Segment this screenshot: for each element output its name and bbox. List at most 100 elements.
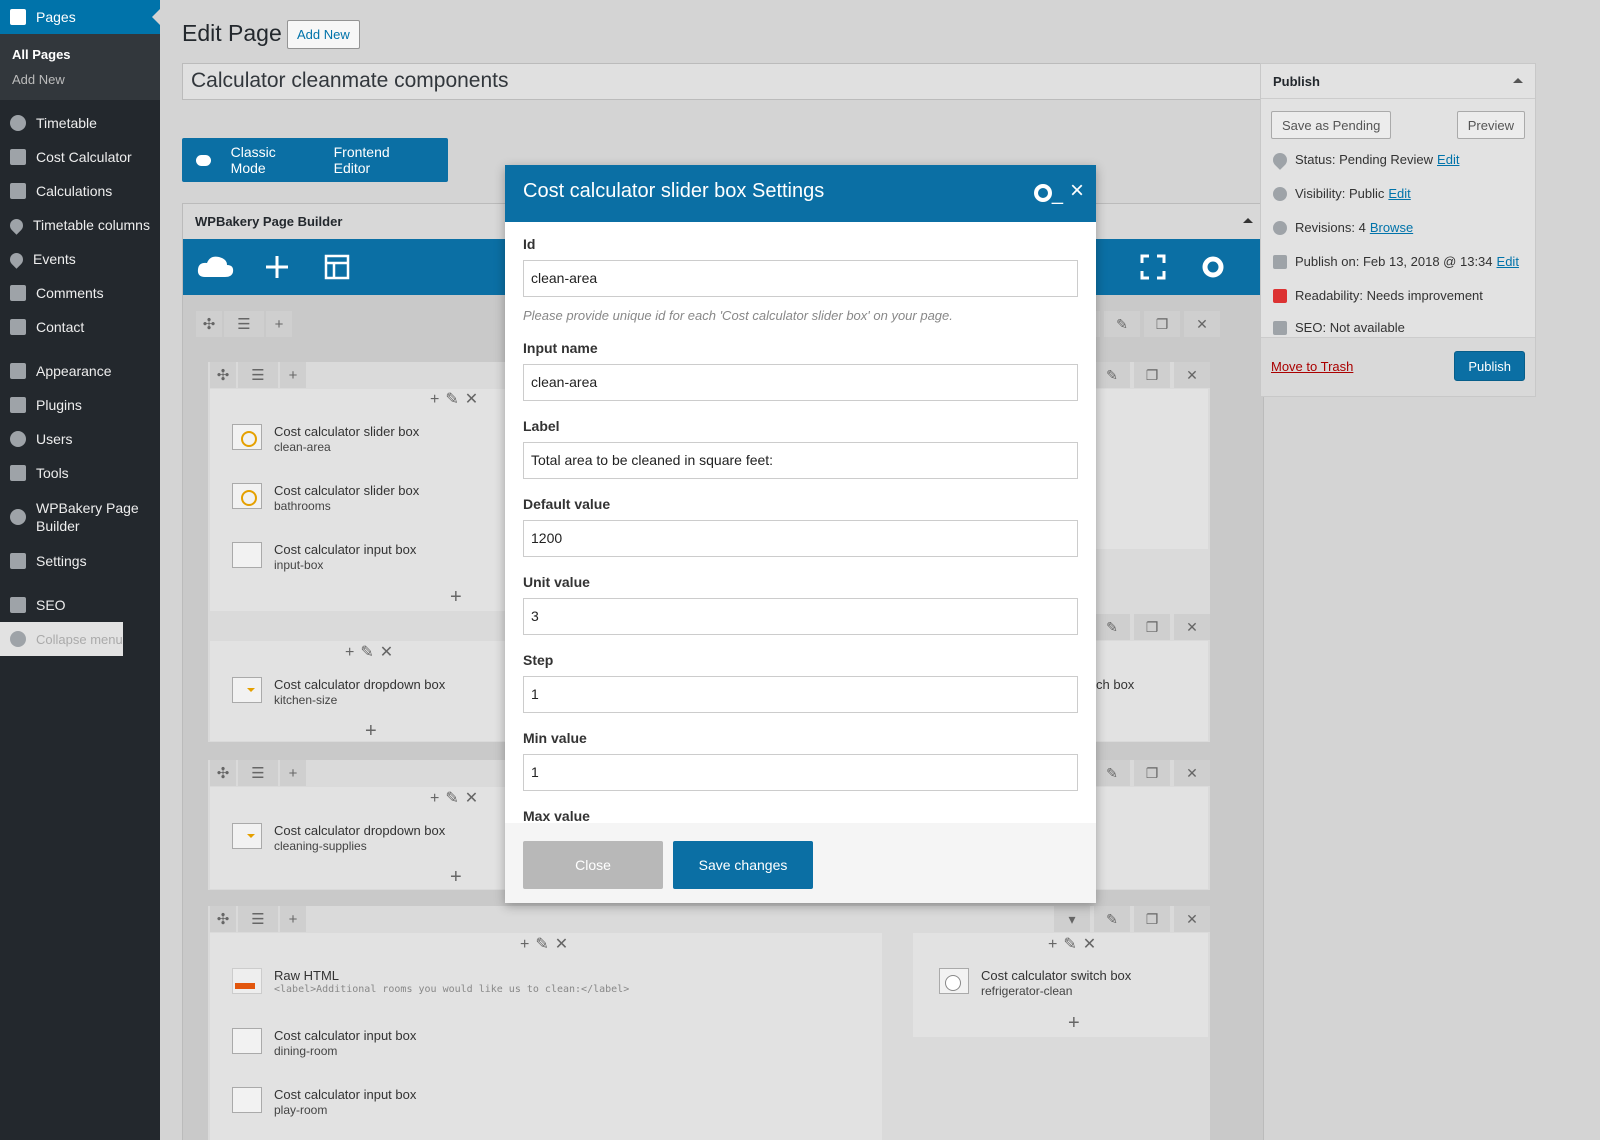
layout-icon[interactable]: ☰	[238, 906, 278, 932]
add-column-icon[interactable]: +	[280, 906, 306, 932]
menu-item-calculations[interactable]: Calculations	[0, 174, 160, 208]
element-dropdown-box[interactable]: Cost calculator dropdown box kitchen-size	[232, 677, 445, 707]
menu-item-comments[interactable]: Comments	[0, 276, 160, 310]
add-new-button[interactable]: Add New	[287, 20, 360, 49]
edit-status-link[interactable]: Edit	[1437, 152, 1459, 167]
move-icon[interactable]: ✣	[210, 906, 236, 932]
element-raw-html[interactable]: Raw HTML <label>Additional rooms you woul…	[232, 968, 629, 995]
gear-icon[interactable]	[1034, 184, 1052, 202]
layout-icon[interactable]: ☰	[238, 760, 278, 786]
clone-icon[interactable]: ❐	[1134, 760, 1170, 786]
add-column-icon[interactable]: +	[280, 362, 306, 388]
add-element-plus-icon[interactable]: +	[365, 720, 377, 743]
column-controls[interactable]: +✎✕	[430, 788, 484, 808]
edit-icon[interactable]: ✎	[1094, 760, 1130, 786]
input-name-input[interactable]: clean-area	[523, 364, 1078, 401]
preview-button[interactable]: Preview	[1456, 111, 1525, 139]
modal-body[interactable]: Id clean-area Please provide unique id f…	[505, 222, 1096, 823]
menu-item-contact[interactable]: Contact	[0, 310, 160, 344]
element-slider-box[interactable]: Cost calculator slider box bathrooms	[232, 483, 419, 513]
submenu-all-pages[interactable]: All Pages	[0, 42, 160, 67]
move-icon[interactable]: ✣	[196, 311, 222, 337]
menu-item-timetable[interactable]: Timetable	[0, 106, 160, 140]
delete-icon[interactable]: ✕	[1174, 906, 1210, 932]
unit-value-input[interactable]: 3	[523, 598, 1078, 635]
menu-item-events[interactable]: Events	[0, 242, 160, 276]
edit-icon[interactable]: ✎	[1104, 311, 1140, 337]
step-input[interactable]: 1	[523, 676, 1078, 713]
frontend-editor-button[interactable]: Frontend Editor	[334, 144, 422, 176]
element-input-box[interactable]: Cost calculator input box play-room	[232, 1087, 416, 1117]
move-icon[interactable]: ✣	[210, 760, 236, 786]
layout-icon[interactable]: ☰	[224, 311, 264, 337]
clone-icon[interactable]: ❐	[1134, 906, 1170, 932]
settings-gear-icon[interactable]	[1199, 253, 1227, 281]
clone-icon[interactable]: ❐	[1134, 362, 1170, 388]
column-controls[interactable]: +✎✕	[430, 389, 484, 409]
element-switch-box[interactable]: Cost calculator switch box refrigerator-c…	[939, 968, 1131, 998]
add-element-plus-icon[interactable]: +	[450, 586, 462, 609]
edit-date-link[interactable]: Edit	[1497, 254, 1519, 269]
cloud-icon[interactable]	[197, 253, 235, 281]
label-input[interactable]: Total area to be cleaned in square feet:	[523, 442, 1078, 479]
element-dropdown-box[interactable]: Cost calculator dropdown box cleaning-sup…	[232, 823, 445, 853]
submenu-add-new[interactable]: Add New	[0, 67, 160, 92]
menu-item-cost-calculator[interactable]: Cost Calculator	[0, 140, 160, 174]
edit-icon[interactable]: ✎	[1094, 614, 1130, 640]
history-icon	[1273, 220, 1287, 235]
browse-revisions-link[interactable]: Browse	[1370, 220, 1413, 235]
column-controls[interactable]: +✎✕	[520, 934, 574, 954]
post-title-input[interactable]: Calculator cleanmate components	[182, 63, 1264, 100]
collapse-triangle-icon[interactable]	[1513, 78, 1523, 83]
publish-header[interactable]: Publish	[1261, 64, 1535, 99]
templates-icon[interactable]	[323, 253, 351, 281]
close-button[interactable]: Close	[523, 841, 663, 889]
add-column-icon[interactable]: +	[280, 760, 306, 786]
menu-item-settings[interactable]: Settings	[0, 544, 160, 578]
id-input[interactable]: clean-area	[523, 260, 1078, 297]
element-switch-box-partial[interactable]: ch box	[1096, 677, 1134, 692]
default-value-input[interactable]: 1200	[523, 520, 1078, 557]
menu-item-tools[interactable]: Tools	[0, 456, 160, 490]
menu-item-appearance[interactable]: Appearance	[0, 354, 160, 388]
menu-item-seo[interactable]: SEO	[0, 588, 160, 622]
add-element-icon[interactable]	[263, 253, 291, 281]
delete-icon[interactable]: ✕	[1174, 760, 1210, 786]
delete-icon[interactable]: ✕	[1184, 311, 1220, 337]
clone-icon[interactable]: ❐	[1144, 311, 1180, 337]
edit-icon[interactable]: ✎	[1094, 906, 1130, 932]
delete-icon[interactable]: ✕	[1174, 614, 1210, 640]
menu-item-wpbakery[interactable]: WPBakery Page Builder	[0, 490, 160, 544]
publish-button[interactable]: Publish	[1454, 351, 1525, 381]
save-changes-button[interactable]: Save changes	[673, 841, 813, 889]
clone-icon[interactable]: ❐	[1134, 614, 1170, 640]
column-controls[interactable]: +✎✕	[1048, 934, 1102, 954]
column-controls[interactable]: +✎✕	[345, 642, 399, 662]
edit-icon[interactable]: ✎	[1094, 362, 1130, 388]
add-column-icon[interactable]: +	[266, 311, 292, 337]
collapse-triangle-icon[interactable]	[1243, 218, 1253, 223]
classic-mode-button[interactable]: Classic Mode	[231, 144, 308, 176]
element-slider-box[interactable]: Cost calculator slider box clean-area	[232, 424, 419, 454]
save-as-pending-button[interactable]: Save as Pending	[1271, 111, 1392, 139]
element-input-box[interactable]: Cost calculator input box dining-room	[232, 1028, 416, 1058]
minimize-icon[interactable]: _	[1052, 183, 1063, 206]
move-to-trash-link[interactable]: Move to Trash	[1271, 359, 1353, 374]
menu-item-pages[interactable]: Pages	[0, 0, 160, 34]
menu-item-timetable-columns[interactable]: Timetable columns	[0, 208, 160, 242]
close-icon[interactable]: ×	[1070, 177, 1084, 205]
element-input-box[interactable]: Cost calculator input box input-box	[232, 542, 416, 572]
add-element-plus-icon[interactable]: +	[450, 866, 462, 889]
edit-visibility-link[interactable]: Edit	[1388, 186, 1410, 201]
menu-item-plugins[interactable]: Plugins	[0, 388, 160, 422]
add-element-plus-icon[interactable]: +	[1068, 1012, 1080, 1035]
delete-icon[interactable]: ✕	[1174, 362, 1210, 388]
menu-item-users[interactable]: Users	[0, 422, 160, 456]
min-value-input[interactable]: 1	[523, 754, 1078, 791]
yoast-icon	[10, 597, 26, 613]
layout-icon[interactable]: ☰	[238, 362, 278, 388]
fullscreen-icon[interactable]	[1139, 253, 1167, 281]
move-icon[interactable]: ✣	[210, 362, 236, 388]
dropdown-icon[interactable]: ▾	[1054, 906, 1090, 932]
collapse-menu[interactable]: Collapse menu	[0, 622, 123, 656]
